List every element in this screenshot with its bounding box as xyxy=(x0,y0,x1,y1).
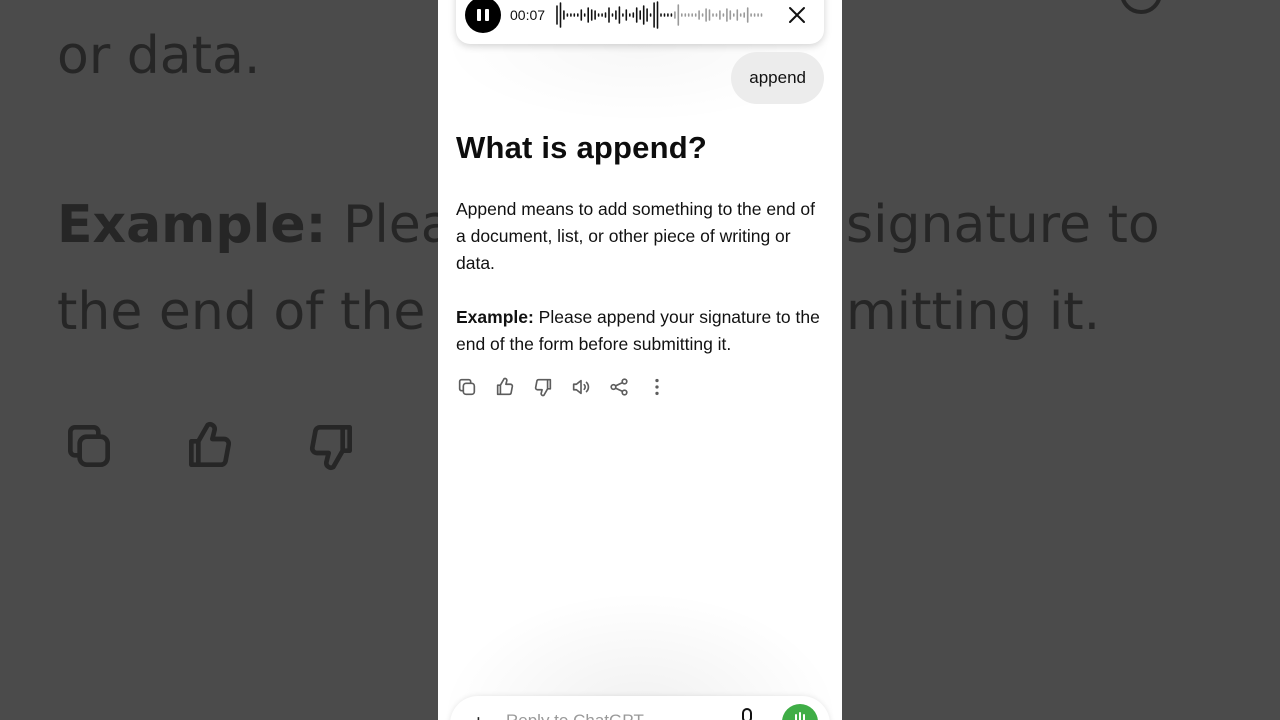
user-message-bubble: append xyxy=(731,52,824,104)
voice-mode-button[interactable] xyxy=(782,704,818,720)
background-line-3-right: mitting it. xyxy=(846,282,1101,342)
example-label: Example: xyxy=(456,307,534,327)
pause-icon-bar-right xyxy=(485,9,489,21)
voice-bar-2 xyxy=(799,712,801,720)
voice-bar-3 xyxy=(803,714,805,720)
reply-input[interactable] xyxy=(504,708,728,720)
chat-screen: 00:07 append What is append? Append mean… xyxy=(438,0,842,720)
composer: + xyxy=(450,696,830,720)
voice-bar-1 xyxy=(795,714,797,720)
background-thumbs-up-icon xyxy=(182,418,238,474)
background-line-1: or data. xyxy=(57,26,261,86)
more-icon[interactable] xyxy=(646,376,668,398)
read-aloud-icon[interactable] xyxy=(570,376,592,398)
close-icon[interactable] xyxy=(786,4,808,26)
background-line-2: Example: Pleas xyxy=(57,199,480,251)
background-example-label: Example: xyxy=(57,195,327,255)
thumbs-down-icon[interactable] xyxy=(532,376,554,398)
background-circle-icon xyxy=(1120,0,1162,14)
example-paragraph: Example: Please append your signature to… xyxy=(456,304,822,358)
answer-paragraph: Append means to add something to the end… xyxy=(456,199,816,273)
copy-icon[interactable] xyxy=(456,376,478,398)
background-copy-icon xyxy=(61,418,117,474)
background-line-2-right: signature to xyxy=(846,195,1160,255)
pause-icon-bar-left xyxy=(477,9,481,21)
recording-timer: 00:07 xyxy=(510,7,546,23)
pause-button[interactable] xyxy=(465,0,501,33)
voice-recording-bar: 00:07 xyxy=(456,0,824,44)
message-actions xyxy=(456,376,684,398)
share-icon[interactable] xyxy=(608,376,630,398)
waveform-icon xyxy=(556,1,763,29)
answer-heading: What is append? xyxy=(456,130,707,165)
background-thumbs-down-icon xyxy=(303,418,359,474)
thumbs-up-icon[interactable] xyxy=(494,376,516,398)
background-line-3: the end of the f xyxy=(57,282,461,342)
mic-icon[interactable] xyxy=(740,708,754,720)
plus-icon[interactable]: + xyxy=(472,710,485,720)
